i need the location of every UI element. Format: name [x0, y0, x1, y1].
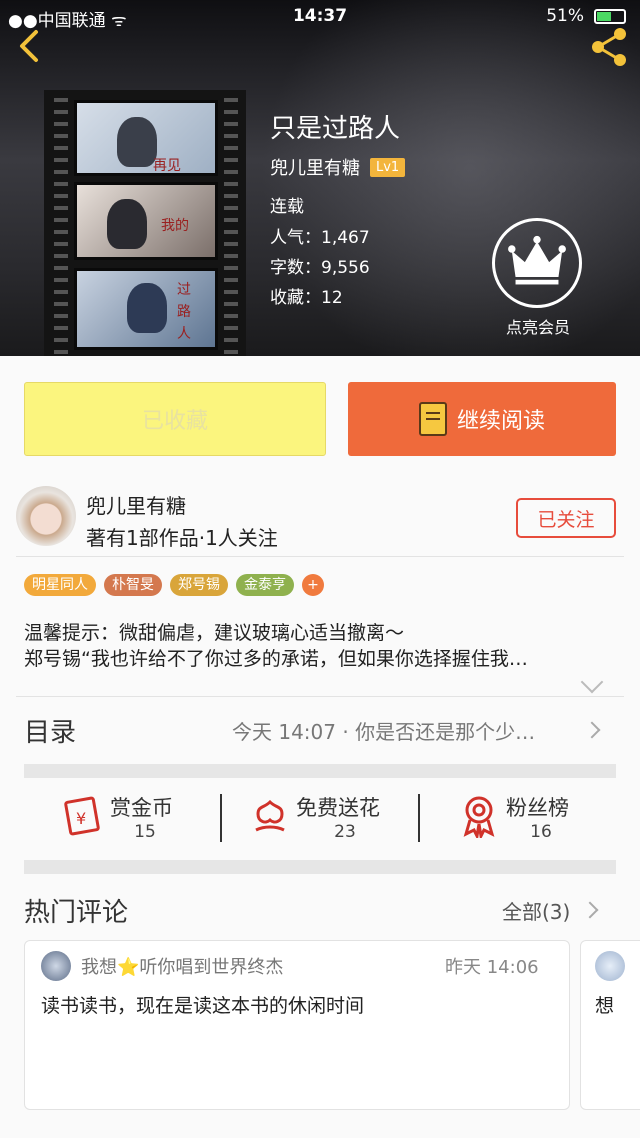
- level-badge: Lv1: [370, 157, 406, 177]
- section-separator: [24, 764, 616, 778]
- comment-text-preview: 想: [595, 995, 615, 1017]
- free-flowers[interactable]: 免费送花 23: [250, 784, 410, 854]
- film-strip-right: [224, 90, 238, 356]
- red-envelope-icon: ¥: [64, 796, 100, 836]
- book-author[interactable]: 兜儿里有糖: [270, 154, 360, 180]
- book-cover[interactable]: 再见 我的 过 路 人: [44, 90, 246, 356]
- book-status: 连载: [270, 197, 304, 217]
- commenter-avatar[interactable]: [41, 951, 71, 981]
- divider: [220, 794, 222, 842]
- medal-icon: [463, 796, 495, 838]
- flower-icon: [255, 799, 285, 832]
- section-separator: [24, 860, 616, 874]
- comment-time: 昨天 14:06: [445, 957, 539, 978]
- continue-reading-button[interactable]: 继续阅读: [348, 382, 616, 456]
- book-description[interactable]: 温馨提示：微甜偏虐，建议玻璃心适当撤离～ 郑号锡“我也许给不了你过多的承诺，但如…: [24, 620, 620, 672]
- book-header: ●●中国联通 ᯤ 14:37 51% 再见 我的 过 路 人 只是过路人 兜儿里…: [0, 0, 640, 356]
- tag-item[interactable]: 明星同人: [24, 574, 96, 596]
- author-name[interactable]: 兜儿里有糖: [86, 490, 186, 519]
- tag-list: 明星同人 朴智旻 郑号锡 金泰亨 +: [24, 574, 324, 596]
- all-comments-link[interactable]: 全部(3): [502, 896, 570, 925]
- book-word-count: 字数：9,556: [270, 258, 370, 278]
- divider: [16, 556, 624, 557]
- cover-photo-1: 再见: [74, 100, 218, 176]
- book-details: 已收藏 继续阅读 兜儿里有糖 著有1部作品·1人关注 已关注 明星同人 朴智旻 …: [0, 356, 640, 1138]
- tag-item[interactable]: 朴智旻: [104, 574, 162, 596]
- back-icon[interactable]: [10, 26, 50, 66]
- comment-text: 读书读书，现在是读这本书的休闲时间: [41, 995, 365, 1017]
- book-popularity: 人气：1,467: [270, 228, 370, 248]
- chevron-right-icon[interactable]: [581, 901, 599, 919]
- book-title: 只是过路人: [270, 114, 401, 144]
- toc-label[interactable]: 目录: [24, 712, 76, 749]
- expand-chevron-icon[interactable]: [580, 670, 604, 694]
- film-strip-left: [54, 90, 68, 356]
- vip-label[interactable]: 点亮会员: [478, 314, 598, 338]
- cover-photo-2: 我的: [74, 182, 218, 260]
- reward-coins[interactable]: ¥ 赏金币 15: [60, 784, 220, 854]
- book-favorites: 收藏：12: [270, 288, 343, 308]
- book-author-line: 兜儿里有糖 Lv1: [270, 154, 406, 180]
- cover-photo-3: 过 路 人: [74, 268, 218, 350]
- divider: [16, 696, 624, 697]
- tag-item[interactable]: 金泰亨: [236, 574, 294, 596]
- share-icon[interactable]: [586, 24, 632, 70]
- svg-text:¥: ¥: [76, 809, 86, 828]
- hot-comments-label: 热门评论: [24, 898, 129, 928]
- fan-ranking[interactable]: 粉丝榜 16: [460, 784, 600, 854]
- divider: [418, 794, 420, 842]
- chevron-right-icon[interactable]: [583, 721, 601, 739]
- battery-percent: 51%: [546, 6, 584, 26]
- crown-icon[interactable]: [492, 218, 582, 308]
- author-avatar[interactable]: [16, 486, 76, 546]
- clock: 14:37: [292, 6, 348, 26]
- latest-chapter[interactable]: 今天 14:07 · 你是否还是那个少…: [232, 716, 535, 745]
- favorited-button[interactable]: 已收藏: [24, 382, 326, 456]
- book-icon: [418, 402, 447, 436]
- following-button[interactable]: 已关注: [516, 498, 616, 538]
- add-tag-button[interactable]: +: [302, 574, 324, 596]
- battery-icon: [594, 9, 626, 24]
- commenter-name[interactable]: 我想⭐听你唱到世界终杰: [81, 953, 283, 979]
- status-bar: ●●中国联通 ᯤ 14:37 51%: [0, 0, 640, 34]
- comment-card-next[interactable]: 想: [580, 940, 640, 1110]
- comment-card[interactable]: 我想⭐听你唱到世界终杰 昨天 14:06 读书读书，现在是读这本书的休闲时间: [24, 940, 570, 1110]
- author-summary: 著有1部作品·1人关注: [86, 526, 278, 550]
- commenter-avatar[interactable]: [595, 951, 625, 981]
- tag-item[interactable]: 郑号锡: [170, 574, 228, 596]
- continue-reading-label: 继续阅读: [456, 409, 545, 434]
